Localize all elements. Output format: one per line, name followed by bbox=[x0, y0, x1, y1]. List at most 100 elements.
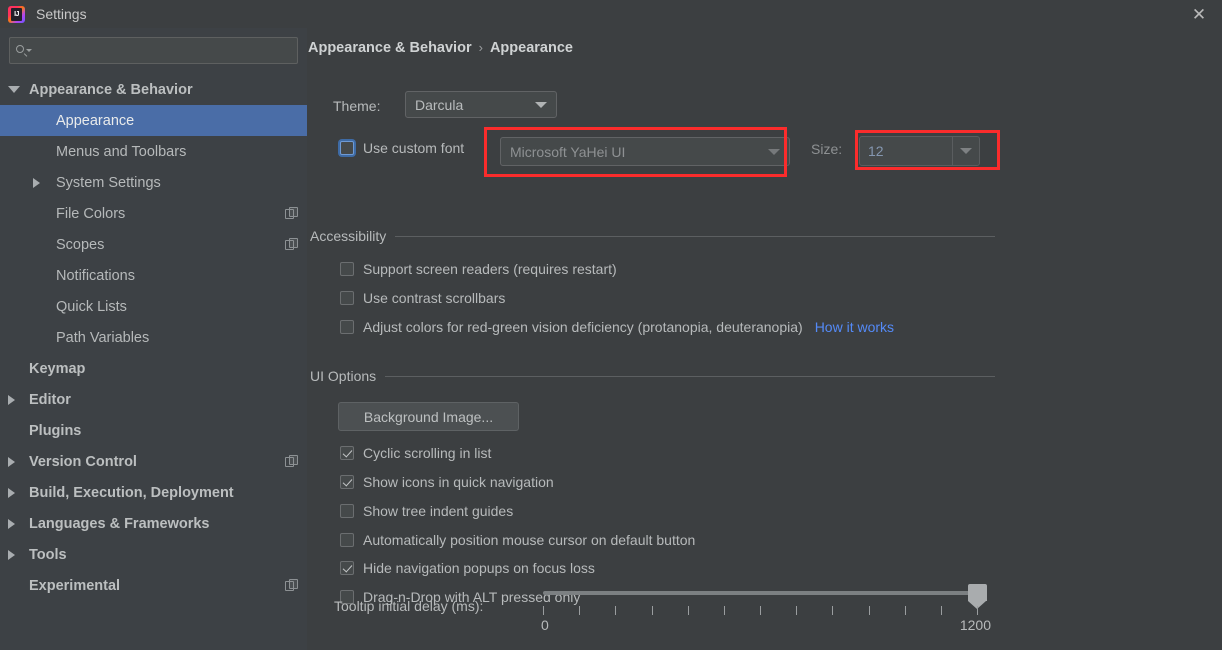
breadcrumb: Appearance & Behavior›Appearance bbox=[308, 40, 573, 56]
close-icon[interactable]: ✕ bbox=[1176, 0, 1222, 28]
sidebar-item-tools[interactable]: Tools bbox=[0, 539, 307, 570]
slider-tick bbox=[905, 606, 906, 615]
expand-arrow-slot[interactable] bbox=[8, 488, 23, 498]
sidebar-item-appearance-behavior[interactable]: Appearance & Behavior bbox=[0, 74, 307, 105]
font-size-stepper-button[interactable] bbox=[952, 137, 979, 165]
ui-option-row[interactable]: Show icons in quick navigation bbox=[340, 474, 554, 490]
sidebar-item-label: Appearance bbox=[56, 113, 134, 129]
accessibility-option-row[interactable]: Use contrast scrollbars bbox=[340, 290, 505, 306]
font-size-spinner[interactable]: 12 bbox=[859, 136, 980, 166]
accessibility-option-label: Adjust colors for red-green vision defic… bbox=[363, 319, 803, 335]
use-custom-font-checkbox[interactable] bbox=[340, 141, 354, 155]
sidebar-item-label: Quick Lists bbox=[56, 299, 127, 315]
search-input[interactable] bbox=[33, 43, 291, 59]
breadcrumb-root[interactable]: Appearance & Behavior bbox=[308, 40, 472, 56]
ui-option-row[interactable]: Hide navigation popups on focus loss bbox=[340, 560, 595, 576]
search-icon bbox=[16, 44, 30, 58]
chevron-right-icon[interactable] bbox=[8, 457, 15, 467]
sidebar-item-path-variables[interactable]: Path Variables bbox=[0, 322, 307, 353]
ui-options-title: UI Options bbox=[310, 368, 385, 384]
use-custom-font-row[interactable]: Use custom font bbox=[340, 140, 464, 156]
sidebar-item-appearance[interactable]: Appearance bbox=[0, 105, 307, 136]
sidebar-item-system-settings[interactable]: System Settings bbox=[0, 167, 307, 198]
tooltip-delay-label: Tooltip initial delay (ms): bbox=[334, 598, 483, 614]
expand-arrow-slot[interactable] bbox=[8, 395, 23, 405]
ui-option-checkbox[interactable] bbox=[340, 504, 354, 518]
sidebar-item-label: Keymap bbox=[29, 361, 85, 377]
settings-tree: Appearance & Behavior Appearance Menus and… bbox=[0, 72, 307, 650]
sidebar-item-menus-and-toolbars[interactable]: Menus and Toolbars bbox=[0, 136, 307, 167]
font-size-value[interactable]: 12 bbox=[860, 137, 952, 165]
slider-tick bbox=[724, 606, 725, 615]
expand-arrow-slot[interactable] bbox=[33, 178, 48, 188]
chevron-right-icon[interactable] bbox=[8, 395, 15, 405]
intellij-logo-icon: IJ bbox=[8, 6, 25, 23]
chevron-down-icon bbox=[768, 149, 780, 155]
sidebar-item-label: Build, Execution, Deployment bbox=[29, 485, 234, 501]
ui-option-label: Show icons in quick navigation bbox=[363, 474, 554, 490]
sidebar-item-plugins[interactable]: Plugins bbox=[0, 415, 307, 446]
custom-font-value: Microsoft YaHei UI bbox=[510, 144, 625, 160]
expand-arrow-slot[interactable] bbox=[8, 550, 23, 560]
how-it-works-link[interactable]: How it works bbox=[815, 319, 894, 335]
sidebar-item-build-execution-deployment[interactable]: Build, Execution, Deployment bbox=[0, 477, 307, 508]
ui-options-section-header: UI Options bbox=[310, 368, 995, 384]
sidebar-item-scopes[interactable]: Scopes bbox=[0, 229, 307, 260]
accessibility-option-checkbox[interactable] bbox=[340, 262, 354, 276]
tooltip-delay-slider[interactable]: 0 1200 bbox=[543, 583, 977, 633]
ui-option-label: Cyclic scrolling in list bbox=[363, 445, 491, 461]
ui-option-checkbox[interactable] bbox=[340, 533, 354, 547]
accessibility-section-header: Accessibility bbox=[310, 228, 995, 244]
accessibility-option-row[interactable]: Support screen readers (requires restart… bbox=[340, 261, 617, 277]
slider-tick bbox=[543, 606, 544, 615]
custom-font-combobox[interactable]: Microsoft YaHei UI bbox=[500, 137, 790, 166]
theme-combobox[interactable]: Darcula bbox=[405, 91, 557, 118]
sidebar-item-label: Notifications bbox=[56, 268, 135, 284]
copy-icon[interactable] bbox=[285, 238, 299, 252]
sidebar-item-label: System Settings bbox=[56, 175, 161, 191]
ui-option-row[interactable]: Show tree indent guides bbox=[340, 503, 513, 519]
sidebar-item-keymap[interactable]: Keymap bbox=[0, 353, 307, 384]
expand-arrow-slot[interactable] bbox=[8, 457, 23, 467]
copy-icon[interactable] bbox=[285, 579, 299, 593]
chevron-right-icon[interactable] bbox=[8, 488, 15, 498]
slider-max-label: 1200 bbox=[960, 617, 991, 633]
copy-icon[interactable] bbox=[285, 207, 299, 221]
chevron-down-icon bbox=[535, 102, 547, 108]
expand-arrow-slot[interactable] bbox=[8, 86, 23, 93]
chevron-right-icon[interactable] bbox=[33, 178, 40, 188]
chevron-down-icon[interactable] bbox=[8, 86, 20, 93]
search-box[interactable] bbox=[9, 37, 298, 64]
ui-option-label: Automatically position mouse cursor on d… bbox=[363, 532, 695, 548]
breadcrumb-current: Appearance bbox=[490, 40, 573, 56]
slider-thumb[interactable] bbox=[968, 584, 987, 601]
sidebar-item-languages-frameworks[interactable]: Languages & Frameworks bbox=[0, 508, 307, 539]
slider-tick bbox=[832, 606, 833, 615]
accessibility-option-checkbox[interactable] bbox=[340, 291, 354, 305]
window-body: Appearance & Behavior Appearance Menus and… bbox=[0, 28, 1222, 650]
ui-option-checkbox[interactable] bbox=[340, 446, 354, 460]
accessibility-option-row[interactable]: Adjust colors for red-green vision defic… bbox=[340, 319, 894, 335]
font-size-label: Size: bbox=[811, 141, 842, 157]
chevron-right-icon[interactable] bbox=[8, 519, 15, 529]
chevron-right-icon[interactable] bbox=[8, 550, 15, 560]
sidebar-item-experimental[interactable]: Experimental bbox=[0, 570, 307, 601]
slider-tick bbox=[941, 606, 942, 615]
sidebar-item-quick-lists[interactable]: Quick Lists bbox=[0, 291, 307, 322]
sidebar-item-label: Appearance & Behavior bbox=[29, 82, 193, 98]
sidebar-item-notifications[interactable]: Notifications bbox=[0, 260, 307, 291]
copy-icon[interactable] bbox=[285, 455, 299, 469]
slider-track[interactable] bbox=[543, 591, 977, 595]
background-image-button[interactable]: Background Image... bbox=[338, 402, 519, 431]
ui-option-row[interactable]: Cyclic scrolling in list bbox=[340, 445, 491, 461]
sidebar-item-version-control[interactable]: Version Control bbox=[0, 446, 307, 477]
expand-arrow-slot[interactable] bbox=[8, 519, 23, 529]
accessibility-option-label: Support screen readers (requires restart… bbox=[363, 261, 617, 277]
ui-option-checkbox[interactable] bbox=[340, 561, 354, 575]
slider-tick bbox=[615, 606, 616, 615]
sidebar-item-file-colors[interactable]: File Colors bbox=[0, 198, 307, 229]
ui-option-row[interactable]: Automatically position mouse cursor on d… bbox=[340, 532, 695, 548]
ui-option-checkbox[interactable] bbox=[340, 475, 354, 489]
accessibility-option-checkbox[interactable] bbox=[340, 320, 354, 334]
sidebar-item-editor[interactable]: Editor bbox=[0, 384, 307, 415]
